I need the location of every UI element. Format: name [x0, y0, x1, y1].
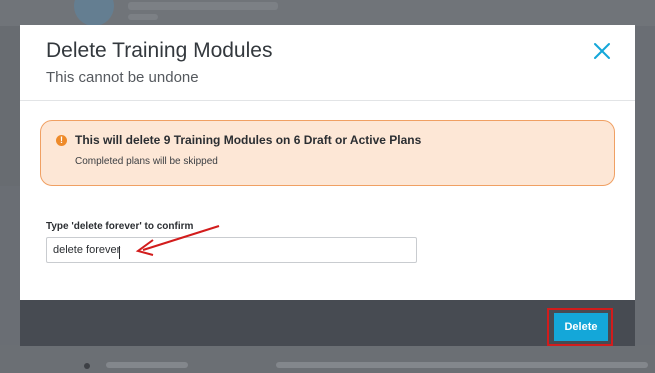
- warning-title: This will delete 9 Training Modules on 6…: [75, 133, 422, 147]
- background-header-title: [128, 2, 278, 10]
- background-header-subtitle: [128, 14, 158, 20]
- close-icon[interactable]: [590, 39, 614, 63]
- background-row-description: [276, 362, 648, 368]
- background-row-bullet: [84, 363, 90, 369]
- delete-modal: Delete Training Modules This cannot be u…: [20, 25, 635, 300]
- modal-title: Delete Training Modules: [46, 39, 273, 62]
- modal-subtitle: This cannot be undone: [46, 69, 199, 86]
- warning-detail: Completed plans will be skipped: [75, 156, 218, 167]
- confirm-label: Type 'delete forever' to confirm: [46, 221, 194, 232]
- background-row-label: [106, 362, 188, 368]
- delete-button[interactable]: Delete: [554, 313, 608, 341]
- modal-header: Delete Training Modules This cannot be u…: [20, 25, 635, 101]
- warning-alert: ! This will delete 9 Training Modules on…: [40, 120, 615, 186]
- exclamation-icon: !: [56, 135, 67, 146]
- modal-footer: [20, 300, 635, 346]
- confirm-input[interactable]: [46, 237, 417, 263]
- background-table-row: [0, 345, 655, 373]
- text-cursor: [119, 246, 120, 259]
